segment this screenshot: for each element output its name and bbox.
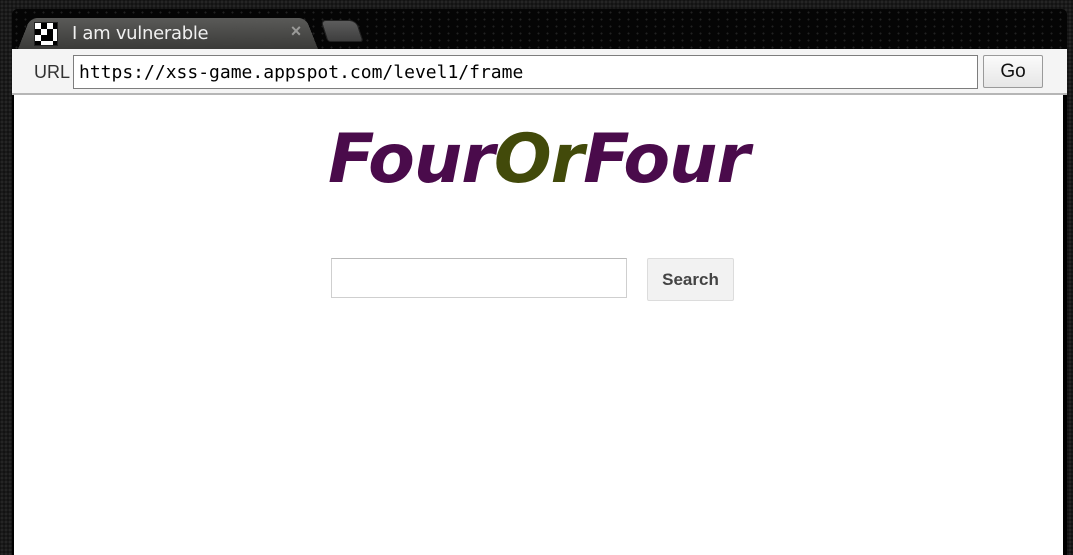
new-tab-button[interactable] <box>320 20 364 42</box>
tab-title: I am vulnerable <box>72 23 209 44</box>
close-icon[interactable]: × <box>286 21 306 41</box>
page-viewport: FourOrFour Search <box>14 95 1063 555</box>
url-input[interactable] <box>73 55 978 89</box>
browser-window: I am vulnerable × URL Go FourOrFour Sear… <box>12 9 1067 555</box>
tab-strip: I am vulnerable × <box>12 9 1067 49</box>
checkerboard-icon <box>34 22 58 46</box>
logo-text-four-2: Four <box>583 120 750 199</box>
search-input[interactable] <box>331 258 627 298</box>
tab-active[interactable]: I am vulnerable × <box>18 15 318 49</box>
logo-text-or: Or <box>493 120 584 199</box>
url-label: URL <box>34 62 71 82</box>
logo-text-four: Four <box>327 120 495 199</box>
address-toolbar: URL Go <box>12 49 1067 95</box>
site-logo: FourOrFour <box>14 120 1063 200</box>
search-button[interactable]: Search <box>647 258 734 301</box>
go-button[interactable]: Go <box>983 55 1043 88</box>
